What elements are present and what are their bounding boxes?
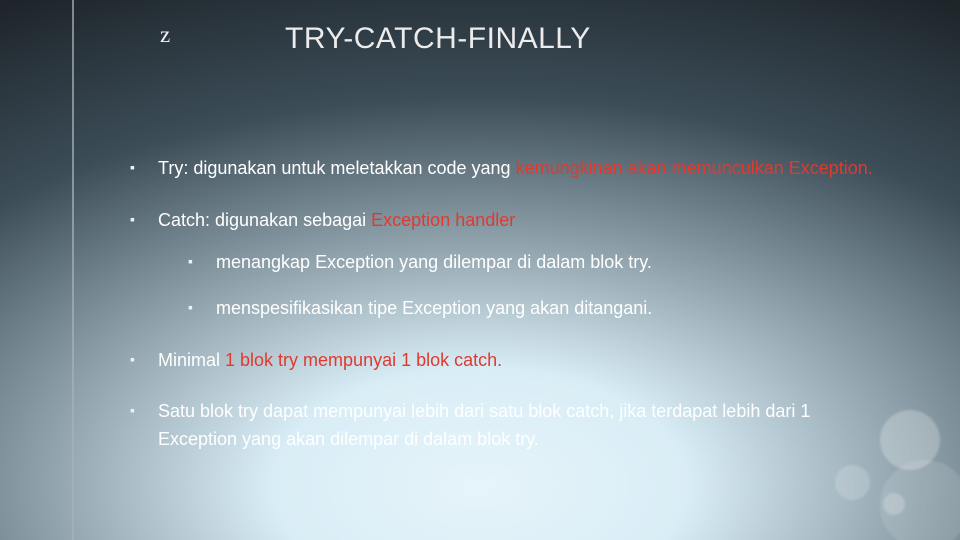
- body-text: menangkap Exception yang dilempar di dal…: [216, 252, 652, 272]
- bokeh-dot: [835, 465, 870, 500]
- highlight-text: 1 blok try mempunyai 1 blok catch.: [225, 350, 502, 370]
- body-text: Satu blok try dapat mempunyai lebih dari…: [158, 401, 810, 449]
- z-icon: z: [160, 22, 170, 48]
- bokeh-dot: [880, 460, 960, 540]
- body-text: Catch: digunakan sebagai: [158, 210, 371, 230]
- list-item: menangkap Exception yang dilempar di dal…: [188, 249, 890, 277]
- body-text: Try: digunakan untuk meletakkan code yan…: [158, 158, 516, 178]
- slide-content: Try: digunakan untuk meletakkan code yan…: [130, 155, 890, 478]
- list-item: Satu blok try dapat mempunyai lebih dari…: [130, 398, 890, 454]
- body-text: Minimal: [158, 350, 225, 370]
- list-item: Minimal 1 blok try mempunyai 1 blok catc…: [130, 347, 890, 375]
- sub-bullet-list: menangkap Exception yang dilempar di dal…: [158, 249, 890, 323]
- list-item: menspesifikasikan tipe Exception yang ak…: [188, 295, 890, 323]
- slide: z TRY-CATCH-FINALLY Try: digunakan untuk…: [0, 0, 960, 540]
- highlight-text: kemungkinan akan memunculkan Exception.: [516, 158, 873, 178]
- body-text: menspesifikasikan tipe Exception yang ak…: [216, 298, 652, 318]
- slide-title: TRY-CATCH-FINALLY: [285, 22, 591, 56]
- list-item: Try: digunakan untuk meletakkan code yan…: [130, 155, 890, 183]
- highlight-text: Exception handler: [371, 210, 515, 230]
- bullet-list: Try: digunakan untuk meletakkan code yan…: [130, 155, 890, 454]
- vertical-divider: [72, 0, 74, 540]
- list-item: Catch: digunakan sebagai Exception handl…: [130, 207, 890, 323]
